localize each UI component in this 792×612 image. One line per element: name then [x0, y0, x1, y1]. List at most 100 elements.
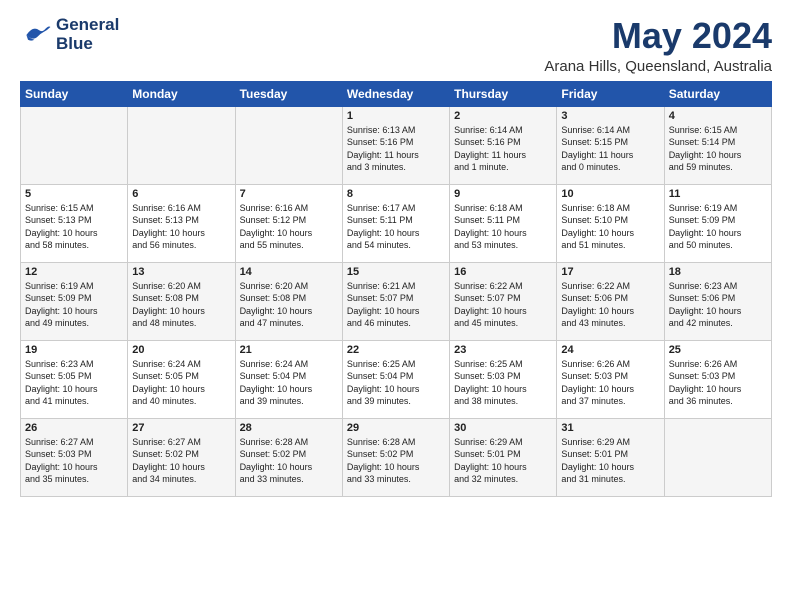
week-row-5: 26 Sunrise: 6:27 AMSunset: 5:03 PMDayligh… [21, 418, 772, 496]
day-cell [128, 106, 235, 184]
day-info: Sunrise: 6:22 AMSunset: 5:07 PMDaylight:… [454, 280, 552, 330]
day-info: Sunrise: 6:19 AMSunset: 5:09 PMDaylight:… [669, 202, 767, 252]
header-day-thursday: Thursday [450, 81, 557, 106]
day-number: 29 [347, 422, 445, 434]
day-cell: 29 Sunrise: 6:28 AMSunset: 5:02 PMDayligh… [342, 418, 449, 496]
logo: General Blue [20, 16, 119, 53]
day-info: Sunrise: 6:16 AMSunset: 5:13 PMDaylight:… [132, 202, 230, 252]
day-cell: 1Sunrise: 6:13 AMSunset: 5:16 PMDaylight… [342, 106, 449, 184]
day-cell: 14 Sunrise: 6:20 AMSunset: 5:08 PMDayligh… [235, 262, 342, 340]
day-info: Sunrise: 6:16 AMSunset: 5:12 PMDaylight:… [240, 202, 338, 252]
day-cell: 13 Sunrise: 6:20 AMSunset: 5:08 PMDayligh… [128, 262, 235, 340]
day-cell: 22 Sunrise: 6:25 AMSunset: 5:04 PMDayligh… [342, 340, 449, 418]
day-info: Sunrise: 6:26 AMSunset: 5:03 PMDaylight:… [669, 358, 767, 408]
day-number: 4 [669, 110, 767, 122]
day-cell: 15 Sunrise: 6:21 AMSunset: 5:07 PMDayligh… [342, 262, 449, 340]
day-info: Sunrise: 6:27 AMSunset: 5:02 PMDaylight:… [132, 436, 230, 486]
day-number: 26 [25, 422, 123, 434]
day-cell [664, 418, 771, 496]
day-number: 2 [454, 110, 552, 122]
day-number: 6 [132, 188, 230, 200]
day-info: Sunrise: 6:28 AMSunset: 5:02 PMDaylight:… [347, 436, 445, 486]
header-day-sunday: Sunday [21, 81, 128, 106]
day-number: 16 [454, 266, 552, 278]
day-number: 5 [25, 188, 123, 200]
day-cell: 27 Sunrise: 6:27 AMSunset: 5:02 PMDayligh… [128, 418, 235, 496]
day-cell: 9Sunrise: 6:18 AMSunset: 5:11 PMDaylight… [450, 184, 557, 262]
day-cell: 20Sunrise: 6:24 AMSunset: 5:05 PMDayligh… [128, 340, 235, 418]
day-number: 10 [561, 188, 659, 200]
day-number: 19 [25, 344, 123, 356]
header-row: SundayMondayTuesdayWednesdayThursdayFrid… [21, 81, 772, 106]
day-number: 8 [347, 188, 445, 200]
day-cell: 16 Sunrise: 6:22 AMSunset: 5:07 PMDayligh… [450, 262, 557, 340]
day-cell: 5Sunrise: 6:15 AMSunset: 5:13 PMDaylight… [21, 184, 128, 262]
day-cell: 19 Sunrise: 6:23 AMSunset: 5:05 PMDayligh… [21, 340, 128, 418]
day-cell [235, 106, 342, 184]
logo-icon [20, 19, 52, 51]
day-cell: 28 Sunrise: 6:28 AMSunset: 5:02 PMDayligh… [235, 418, 342, 496]
day-info: Sunrise: 6:26 AMSunset: 5:03 PMDaylight:… [561, 358, 659, 408]
day-info: Sunrise: 6:14 AMSunset: 5:15 PMDaylight:… [561, 124, 659, 174]
header-day-friday: Friday [557, 81, 664, 106]
day-info: Sunrise: 6:17 AMSunset: 5:11 PMDaylight:… [347, 202, 445, 252]
day-info: Sunrise: 6:29 AMSunset: 5:01 PMDaylight:… [454, 436, 552, 486]
day-cell: 7 Sunrise: 6:16 AMSunset: 5:12 PMDaylight… [235, 184, 342, 262]
day-cell: 11 Sunrise: 6:19 AMSunset: 5:09 PMDayligh… [664, 184, 771, 262]
header: General Blue May 2024 Arana Hills, Queen… [20, 16, 772, 75]
day-number: 24 [561, 344, 659, 356]
logo-text: General Blue [56, 16, 119, 53]
day-info: Sunrise: 6:23 AMSunset: 5:06 PMDaylight:… [669, 280, 767, 330]
week-row-4: 19 Sunrise: 6:23 AMSunset: 5:05 PMDayligh… [21, 340, 772, 418]
week-row-1: 1Sunrise: 6:13 AMSunset: 5:16 PMDaylight… [21, 106, 772, 184]
day-info: Sunrise: 6:14 AMSunset: 5:16 PMDaylight:… [454, 124, 552, 174]
day-number: 27 [132, 422, 230, 434]
day-info: Sunrise: 6:22 AMSunset: 5:06 PMDaylight:… [561, 280, 659, 330]
header-day-wednesday: Wednesday [342, 81, 449, 106]
day-number: 3 [561, 110, 659, 122]
day-info: Sunrise: 6:21 AMSunset: 5:07 PMDaylight:… [347, 280, 445, 330]
day-number: 18 [669, 266, 767, 278]
day-info: Sunrise: 6:25 AMSunset: 5:03 PMDaylight:… [454, 358, 552, 408]
day-info: Sunrise: 6:23 AMSunset: 5:05 PMDaylight:… [25, 358, 123, 408]
day-number: 1 [347, 110, 445, 122]
day-number: 7 [240, 188, 338, 200]
day-number: 21 [240, 344, 338, 356]
day-cell: 25 Sunrise: 6:26 AMSunset: 5:03 PMDayligh… [664, 340, 771, 418]
day-cell: 26 Sunrise: 6:27 AMSunset: 5:03 PMDayligh… [21, 418, 128, 496]
day-cell: 2 Sunrise: 6:14 AMSunset: 5:16 PMDaylight… [450, 106, 557, 184]
day-number: 14 [240, 266, 338, 278]
location-title: Arana Hills, Queensland, Australia [544, 58, 772, 75]
month-title: May 2024 [544, 16, 772, 56]
day-info: Sunrise: 6:20 AMSunset: 5:08 PMDaylight:… [240, 280, 338, 330]
day-number: 30 [454, 422, 552, 434]
day-number: 23 [454, 344, 552, 356]
day-info: Sunrise: 6:19 AMSunset: 5:09 PMDaylight:… [25, 280, 123, 330]
day-info: Sunrise: 6:24 AMSunset: 5:04 PMDaylight:… [240, 358, 338, 408]
day-info: Sunrise: 6:29 AMSunset: 5:01 PMDaylight:… [561, 436, 659, 486]
day-cell: 6 Sunrise: 6:16 AMSunset: 5:13 PMDaylight… [128, 184, 235, 262]
day-number: 13 [132, 266, 230, 278]
day-number: 17 [561, 266, 659, 278]
day-info: Sunrise: 6:27 AMSunset: 5:03 PMDaylight:… [25, 436, 123, 486]
day-info: Sunrise: 6:18 AMSunset: 5:10 PMDaylight:… [561, 202, 659, 252]
header-day-monday: Monday [128, 81, 235, 106]
day-number: 31 [561, 422, 659, 434]
day-cell: 8 Sunrise: 6:17 AMSunset: 5:11 PMDaylight… [342, 184, 449, 262]
day-number: 12 [25, 266, 123, 278]
day-cell: 10 Sunrise: 6:18 AMSunset: 5:10 PMDayligh… [557, 184, 664, 262]
day-number: 11 [669, 188, 767, 200]
day-number: 15 [347, 266, 445, 278]
day-cell: 23 Sunrise: 6:25 AMSunset: 5:03 PMDayligh… [450, 340, 557, 418]
week-row-3: 12 Sunrise: 6:19 AMSunset: 5:09 PMDayligh… [21, 262, 772, 340]
day-cell: 21 Sunrise: 6:24 AMSunset: 5:04 PMDayligh… [235, 340, 342, 418]
day-number: 25 [669, 344, 767, 356]
day-number: 20 [132, 344, 230, 356]
day-info: Sunrise: 6:25 AMSunset: 5:04 PMDaylight:… [347, 358, 445, 408]
day-cell: 30 Sunrise: 6:29 AMSunset: 5:01 PMDayligh… [450, 418, 557, 496]
day-number: 28 [240, 422, 338, 434]
day-info: Sunrise: 6:20 AMSunset: 5:08 PMDaylight:… [132, 280, 230, 330]
day-cell [21, 106, 128, 184]
day-number: 22 [347, 344, 445, 356]
day-info: Sunrise: 6:28 AMSunset: 5:02 PMDaylight:… [240, 436, 338, 486]
